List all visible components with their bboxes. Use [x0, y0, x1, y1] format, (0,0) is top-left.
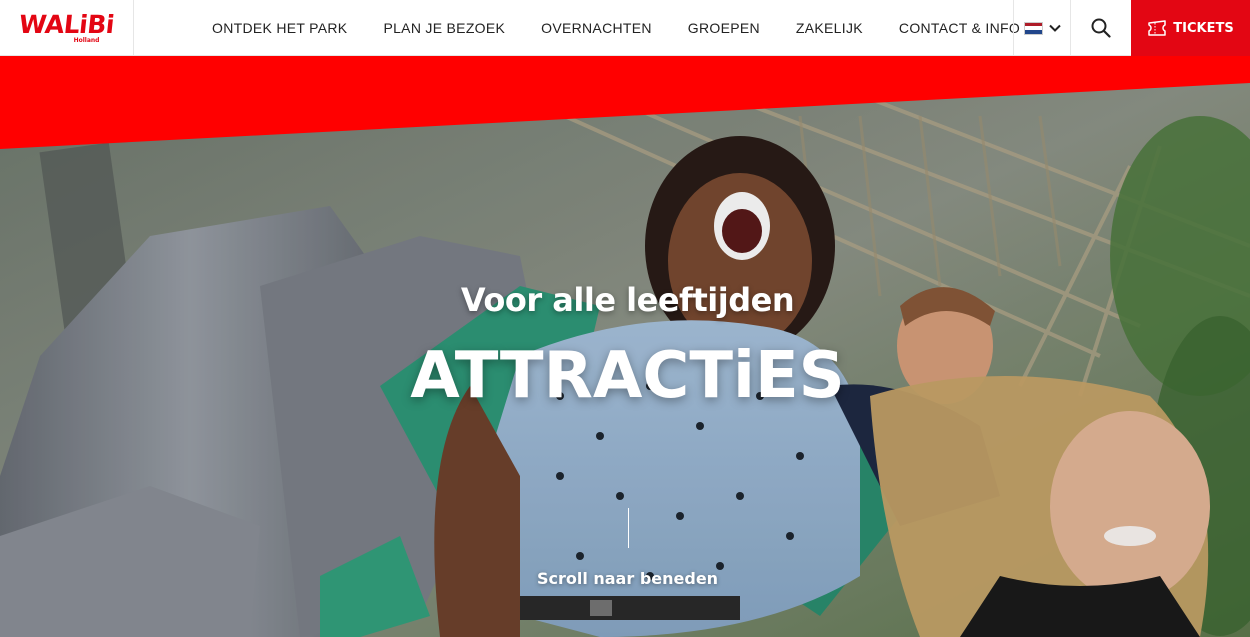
scroll-down-link[interactable]: Scroll naar beneden — [0, 569, 1250, 588]
nav-item-zakelijk[interactable]: ZAKELIJK — [796, 20, 863, 36]
site-header: WALiBi Holland ONTDEK HET PARK PLAN JE B… — [0, 0, 1250, 56]
chevron-down-icon — [1048, 24, 1061, 32]
scroll-indicator-line — [628, 508, 629, 548]
search-icon — [1091, 18, 1111, 38]
tickets-label: TICKETS — [1173, 20, 1234, 36]
dutch-flag-icon — [1023, 21, 1043, 35]
search-button[interactable] — [1071, 0, 1131, 56]
nav-item-groepen[interactable]: GROEPEN — [688, 20, 760, 36]
hero-banner: Voor alle leeftijden ATTRACTiES Scroll n… — [0, 56, 1250, 637]
hero-kicker: Voor alle leeftijden — [460, 281, 795, 319]
main-nav: ONTDEK HET PARK PLAN JE BEZOEK OVERNACHT… — [194, 0, 1038, 56]
tickets-button[interactable]: TICKETS — [1131, 0, 1250, 56]
logo-wordmark: WALiBi — [17, 9, 116, 39]
language-selector[interactable] — [1013, 0, 1071, 56]
nav-item-contact-info[interactable]: CONTACT & INFO — [899, 20, 1020, 36]
nav-item-overnachten[interactable]: OVERNACHTEN — [541, 20, 652, 36]
nav-item-ontdek-het-park[interactable]: ONTDEK HET PARK — [212, 20, 347, 36]
nav-item-plan-je-bezoek[interactable]: PLAN JE BEZOEK — [383, 20, 505, 36]
walibi-logo[interactable]: WALiBi Holland — [0, 0, 134, 56]
hero-title: ATTRACTiES — [410, 339, 845, 413]
ticket-icon — [1148, 20, 1167, 36]
hero-content: Voor alle leeftijden ATTRACTiES Scroll n… — [0, 56, 1250, 637]
